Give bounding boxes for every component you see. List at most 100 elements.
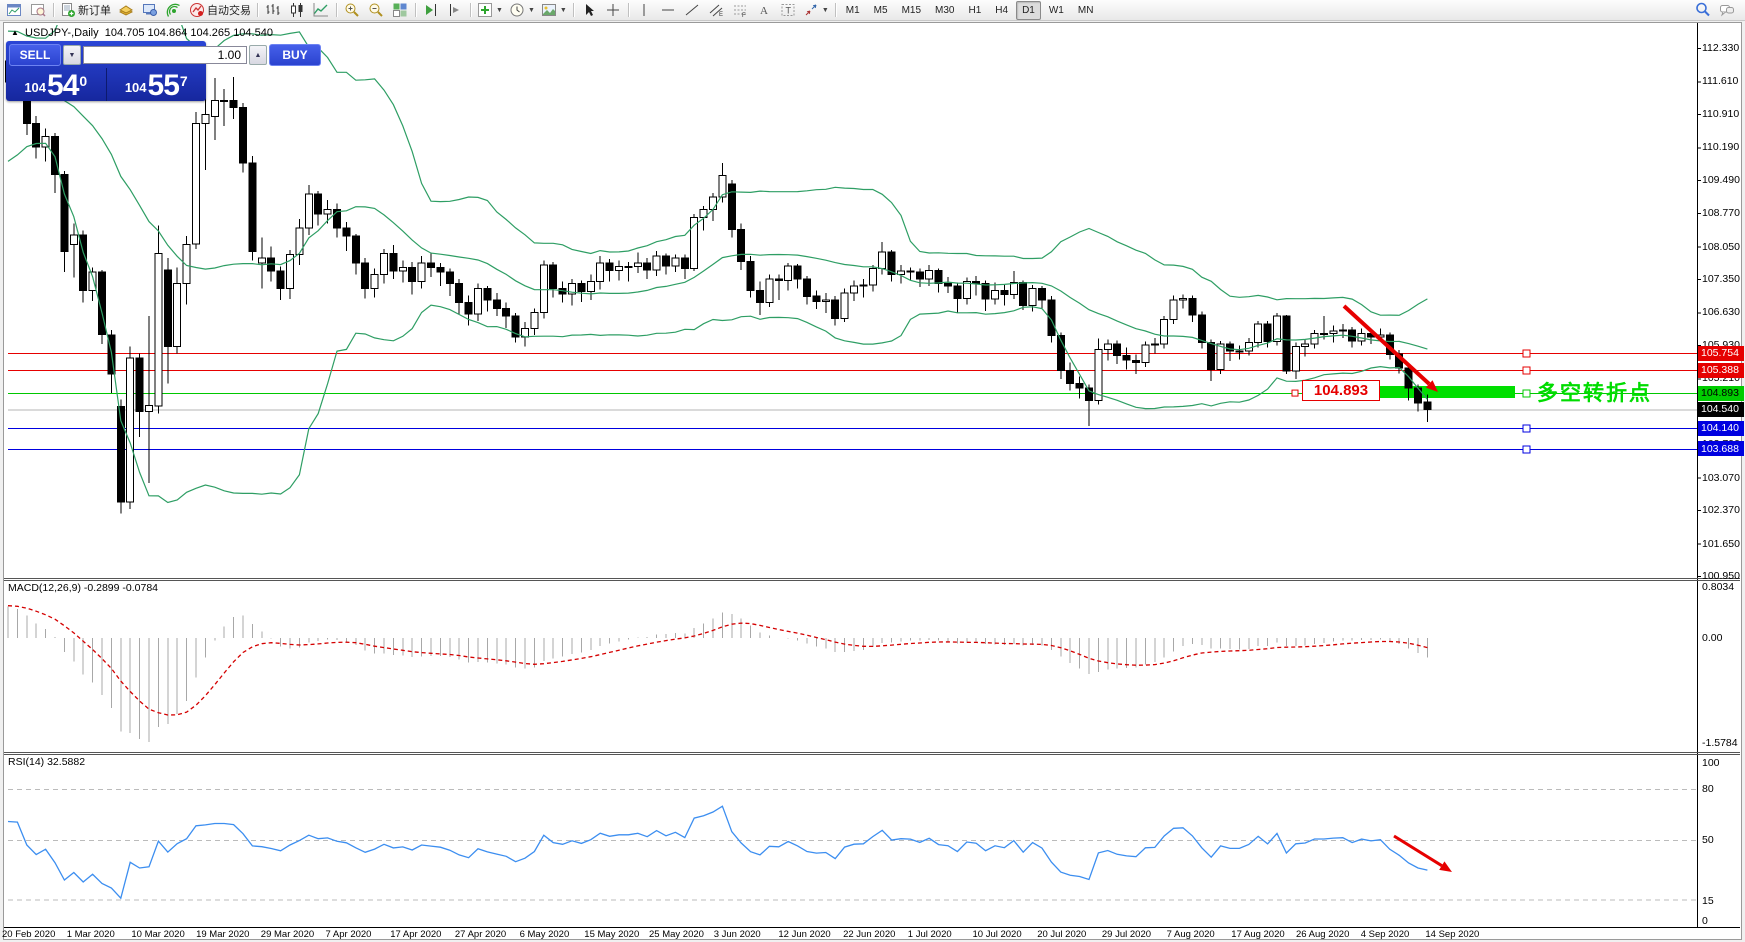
fibonacci-icon: F [732, 2, 748, 18]
macd-axis-label: 0.8034 [1702, 581, 1744, 593]
date-tick-label: 7 Apr 2020 [326, 929, 372, 940]
price-flag-105754: 105.754 [1698, 346, 1744, 361]
vertical-line-icon [636, 2, 652, 18]
auto-trading-button-label: 自动交易 [207, 2, 251, 18]
auto-scroll-icon[interactable] [419, 0, 443, 20]
chart-shift-icon [447, 2, 463, 18]
new-order-button[interactable]: 新订单 [57, 0, 114, 20]
date-tick-label: 6 May 2020 [520, 929, 570, 940]
timeframe-button-m1[interactable]: M1 [840, 1, 866, 20]
zoom-in-icon[interactable] [340, 0, 364, 20]
volume-input[interactable] [83, 46, 247, 64]
zoom-out-icon[interactable] [364, 0, 388, 20]
rsi-label: RSI(14) 32.5882 [8, 756, 85, 768]
date-tick-label: 17 Aug 2020 [1231, 929, 1284, 940]
buy-price-pip: 7 [180, 73, 188, 89]
date-tick-label: 10 Mar 2020 [131, 929, 184, 940]
date-tick-label: 26 Aug 2020 [1296, 929, 1349, 940]
ohlc-values: 104.705 104.864 104.265 104.540 [105, 27, 273, 39]
price-flag-104893: 104.893 [1698, 386, 1744, 401]
channel-icon[interactable]: E [704, 0, 728, 20]
line-chart-icon[interactable] [309, 0, 333, 20]
label-icon[interactable]: T [776, 0, 800, 20]
candle-chart-icon[interactable] [285, 0, 309, 20]
profiles-icon[interactable] [26, 0, 50, 20]
terminal-icon[interactable] [138, 0, 162, 20]
volume-decrease-button[interactable]: ▼ [63, 45, 81, 65]
sell-price[interactable]: 104 54 0 [6, 68, 107, 101]
cursor-icon[interactable] [577, 0, 601, 20]
zone-annotation-text[interactable]: 多空转折点 [1537, 377, 1652, 407]
vertical-line-icon[interactable] [632, 0, 656, 20]
buy-price[interactable]: 104 55 7 [107, 68, 207, 101]
timeframe-button-m5[interactable]: M5 [868, 1, 894, 20]
auto-trading-button[interactable]: 自动交易 [186, 0, 254, 20]
rsi-axis-label: 100 [1702, 757, 1744, 769]
date-tick-label: 12 Jun 2020 [778, 929, 830, 940]
signals-icon[interactable] [162, 0, 186, 20]
date-tick-label: 29 Jul 2020 [1102, 929, 1151, 940]
buy-button[interactable]: BUY [269, 44, 321, 66]
collapse-panel-icon[interactable]: ▲ [11, 28, 19, 37]
sell-price-pip: 0 [79, 73, 87, 89]
indicators-icon[interactable]: ▼ [474, 0, 506, 20]
price-tick-label: 108.050 [1702, 241, 1744, 253]
timeframe-button-m30[interactable]: M30 [929, 1, 960, 20]
price-tick-label: 102.370 [1702, 504, 1744, 516]
chart-shift-icon[interactable] [443, 0, 467, 20]
sell-price-big: 54 [47, 73, 78, 99]
price-tick-label: 101.650 [1702, 538, 1744, 550]
svg-text:T: T [785, 6, 791, 16]
rsi-axis-label: 0 [1702, 915, 1744, 927]
periods-icon[interactable]: ▼ [506, 0, 538, 20]
new-chart-icon [6, 2, 22, 18]
sell-button[interactable]: SELL [9, 44, 61, 66]
timeframe-button-mn[interactable]: MN [1072, 1, 1100, 20]
text-icon[interactable]: A [752, 0, 776, 20]
date-tick-label: 20 Feb 2020 [2, 929, 55, 940]
terminal-icon [142, 2, 158, 18]
candle-chart-icon [289, 2, 305, 18]
tile-windows-icon[interactable] [388, 0, 412, 20]
chat-icon [1719, 2, 1735, 18]
price-tick-label: 110.190 [1702, 141, 1744, 153]
dropdown-caret-icon[interactable]: ▼ [496, 7, 503, 14]
timeframe-button-m15[interactable]: M15 [896, 1, 927, 20]
market-watch-icon[interactable] [114, 0, 138, 20]
bar-chart-icon[interactable] [261, 0, 285, 20]
search-icon [1695, 2, 1711, 18]
profiles-icon [30, 2, 46, 18]
chart-window [3, 22, 1742, 940]
fibonacci-icon[interactable]: F [728, 0, 752, 20]
timeframe-button-h1[interactable]: H1 [962, 1, 987, 20]
timeframe-button-h4[interactable]: H4 [989, 1, 1014, 20]
trendline-icon [684, 2, 700, 18]
search-icon[interactable] [1691, 0, 1715, 20]
macd-label: MACD(12,26,9) -0.2899 -0.0784 [8, 582, 158, 594]
main-toolbar: 新订单 自动交易 ▼ ▼ ▼ EFAT ▼ M1M5M15M30H1H4D1W1MN [0, 0, 1745, 21]
arrows-icon[interactable]: ▼ [800, 0, 832, 20]
volume-increase-button[interactable]: ▲ [249, 45, 267, 65]
dropdown-caret-icon[interactable]: ▼ [528, 7, 535, 14]
horizontal-line-icon[interactable] [656, 0, 680, 20]
crosshair-icon [605, 2, 621, 18]
dropdown-caret-icon[interactable]: ▼ [560, 7, 567, 14]
price-tick-label: 106.630 [1702, 306, 1744, 318]
auto-scroll-icon [423, 2, 439, 18]
date-tick-label: 7 Aug 2020 [1167, 929, 1215, 940]
date-tick-label: 1 Mar 2020 [67, 929, 115, 940]
price-tick-label: 111.610 [1702, 75, 1744, 87]
price-callout-104893[interactable]: 104.893 [1302, 380, 1380, 401]
rsi-axis-label: 15 [1702, 895, 1744, 907]
trendline-icon[interactable] [680, 0, 704, 20]
chat-icon[interactable] [1715, 0, 1739, 20]
timeframe-button-w1[interactable]: W1 [1043, 1, 1070, 20]
new-chart-icon[interactable] [2, 0, 26, 20]
templates-icon [541, 2, 557, 18]
periods-icon [509, 2, 525, 18]
dropdown-caret-icon[interactable]: ▼ [822, 7, 829, 14]
crosshair-icon[interactable] [601, 0, 625, 20]
timeframe-button-d1[interactable]: D1 [1016, 1, 1041, 20]
chart-title: ▲ USDJPY-,Daily 104.705 104.864 104.265 … [11, 27, 273, 39]
templates-icon[interactable]: ▼ [538, 0, 570, 20]
